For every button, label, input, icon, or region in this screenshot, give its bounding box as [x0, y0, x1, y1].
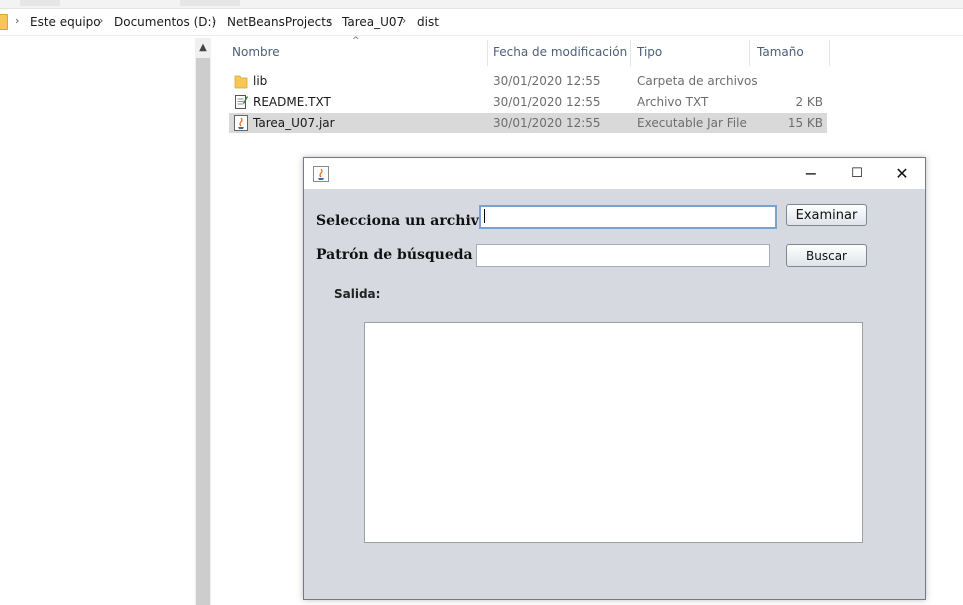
- sort-ascending-icon: ^: [352, 36, 360, 46]
- maximize-button[interactable]: ☐: [834, 158, 880, 189]
- file-name: Tarea_U07.jar: [253, 116, 335, 130]
- ribbon-fragment: [180, 0, 240, 6]
- column-header-date[interactable]: Fecha de modificación: [493, 45, 627, 59]
- browse-button[interactable]: Examinar: [786, 204, 867, 226]
- column-divider[interactable]: [749, 40, 750, 66]
- file-row-jar[interactable]: Tarea_U07.jar 30/01/2020 12:55 Executabl…: [229, 113, 827, 133]
- folder-icon: [0, 14, 8, 30]
- search-pattern-label: Patrón de búsqueda: [316, 247, 473, 263]
- file-size: 15 KB: [787, 116, 823, 130]
- java-app-icon[interactable]: [313, 166, 329, 182]
- window-titlebar[interactable]: − ☐ ✕: [304, 158, 925, 189]
- text-caret: [484, 209, 485, 223]
- scrollbar-thumb[interactable]: [196, 58, 210, 605]
- column-header-size[interactable]: Tamaño: [757, 45, 804, 59]
- file-date: 30/01/2020 12:55: [493, 116, 601, 130]
- search-button[interactable]: Buscar: [786, 244, 867, 267]
- breadcrumb-item-este-equipo[interactable]: Este equipo: [30, 15, 101, 29]
- file-type: Executable Jar File: [637, 116, 747, 130]
- navigation-pane[interactable]: [0, 36, 195, 605]
- minimize-button[interactable]: −: [788, 158, 834, 189]
- output-label: Salida:: [334, 287, 381, 301]
- breadcrumb-separator: ›: [99, 14, 104, 27]
- text-file-icon: [235, 95, 248, 109]
- column-header-name[interactable]: Nombre: [232, 45, 280, 59]
- breadcrumb-separator: ›: [327, 14, 332, 27]
- breadcrumb-separator: ›: [402, 14, 407, 27]
- breadcrumb-item-dist[interactable]: dist: [417, 15, 439, 29]
- close-button[interactable]: ✕: [879, 158, 925, 189]
- column-divider[interactable]: [487, 40, 488, 66]
- column-divider[interactable]: [630, 40, 631, 66]
- column-header-type[interactable]: Tipo: [637, 45, 662, 59]
- breadcrumb-item-tarea-u07[interactable]: Tarea_U07: [342, 15, 404, 29]
- file-type: Archivo TXT: [637, 95, 709, 109]
- column-divider[interactable]: [829, 40, 830, 66]
- address-bar[interactable]: › Este equipo › Documentos (D:) › NetBea…: [0, 9, 963, 36]
- file-row-lib[interactable]: lib 30/01/2020 12:55 Carpeta de archivos: [229, 71, 827, 91]
- breadcrumb-separator: ›: [15, 14, 20, 27]
- search-pattern-input[interactable]: [476, 244, 770, 267]
- app-window[interactable]: − ☐ ✕ Selecciona un archivo Examinar Pat…: [303, 157, 926, 600]
- file-row-readme[interactable]: README.TXT 30/01/2020 12:55 Archivo TXT …: [229, 92, 827, 112]
- file-size: 2 KB: [795, 95, 823, 109]
- breadcrumb-item-documentos[interactable]: Documentos (D:): [114, 15, 216, 29]
- jar-file-icon: [234, 115, 248, 131]
- output-textarea[interactable]: [364, 322, 863, 543]
- scroll-up-icon[interactable]: ▲: [195, 38, 211, 56]
- explorer-ribbon-edge: [0, 0, 963, 9]
- folder-icon: [234, 75, 248, 89]
- select-file-label: Selecciona un archivo: [316, 213, 489, 229]
- breadcrumb-separator: ›: [212, 14, 217, 27]
- nav-pane-scrollbar[interactable]: ▲: [195, 38, 211, 605]
- file-date: 30/01/2020 12:55: [493, 74, 601, 88]
- file-type: Carpeta de archivos: [637, 74, 758, 88]
- file-date: 30/01/2020 12:55: [493, 95, 601, 109]
- file-name: lib: [253, 74, 268, 88]
- breadcrumb-item-netbeansprojects[interactable]: NetBeansProjects: [227, 15, 332, 29]
- file-name: README.TXT: [253, 95, 331, 109]
- ribbon-fragment: [20, 0, 60, 6]
- file-path-input[interactable]: [479, 205, 777, 229]
